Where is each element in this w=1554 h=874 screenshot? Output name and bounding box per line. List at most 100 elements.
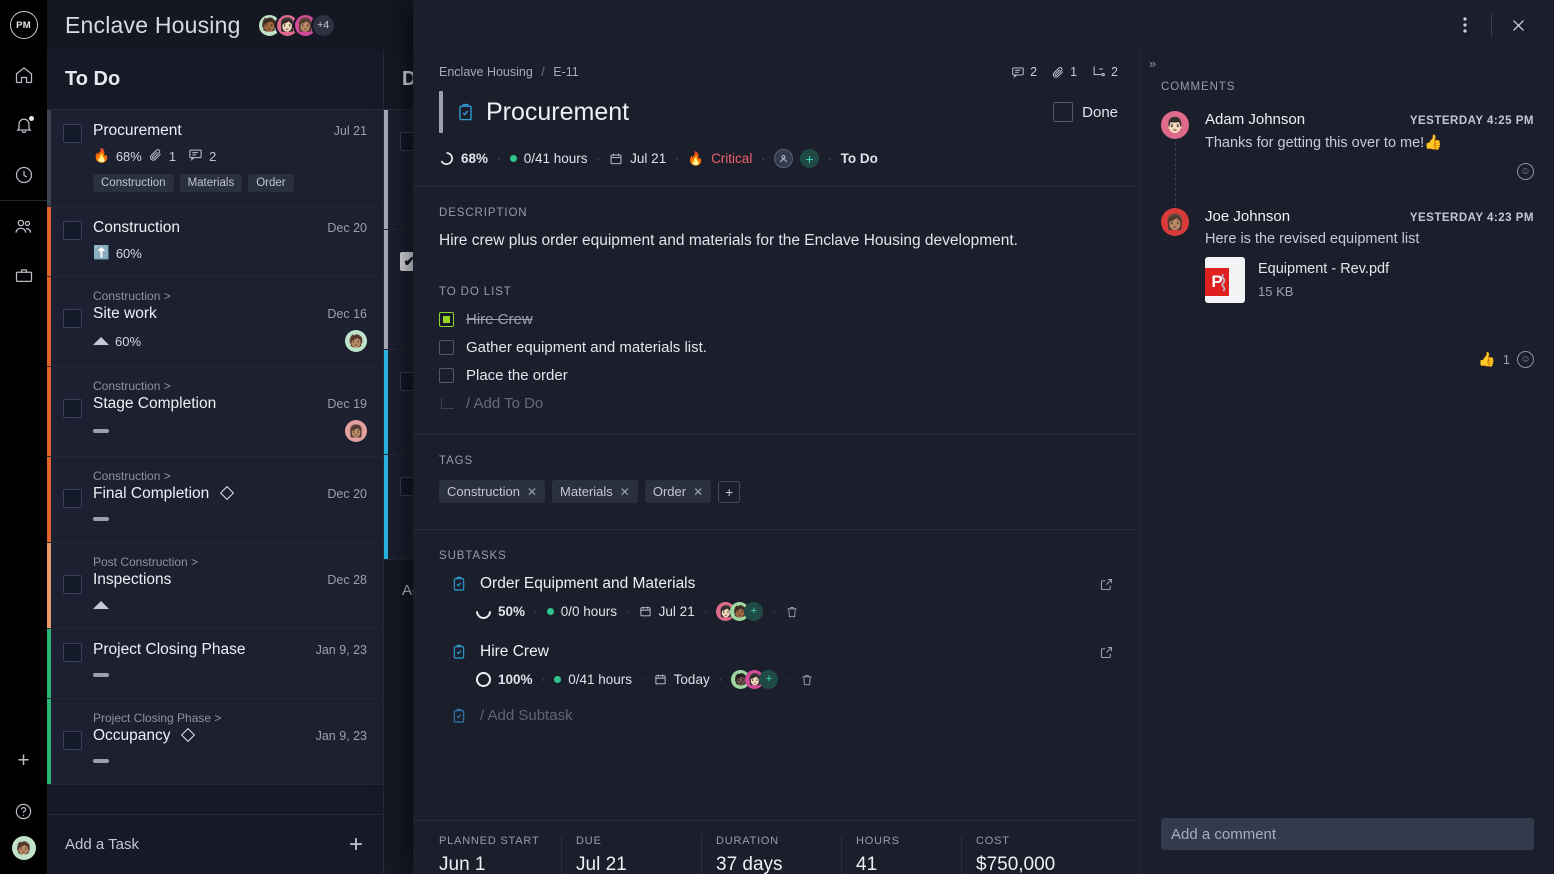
- subtask-assignees[interactable]: 👩🏻 🧑🏾 +: [716, 602, 764, 621]
- current-user-avatar[interactable]: 🧑🏽: [11, 836, 36, 860]
- subtask-icon: [1093, 66, 1105, 77]
- attachment-icon: [148, 147, 163, 165]
- thumbs-up-icon[interactable]: 👍: [1478, 351, 1495, 368]
- breadcrumb-project[interactable]: Enclave Housing: [439, 65, 533, 79]
- subtask-due[interactable]: Today: [674, 672, 710, 687]
- detail-scroll-area[interactable]: Enclave Housing / E-11 2 1 2 Procurement…: [413, 50, 1140, 820]
- tag-chip[interactable]: Construction ✕: [439, 480, 546, 503]
- comment-input[interactable]: [1161, 818, 1534, 850]
- comment-attachment[interactable]: P ⌇ Equipment - Rev.pdf 15 KB: [1205, 257, 1534, 303]
- assignee-placeholder-icon[interactable]: [774, 149, 793, 168]
- subtask-hours[interactable]: 0/0 hours: [561, 604, 617, 619]
- separator-dot: ·: [641, 673, 645, 686]
- time-icon[interactable]: [0, 150, 47, 200]
- subtask-count-badge[interactable]: 2: [1091, 64, 1118, 79]
- task-card-final-completion[interactable]: Construction > Final Completion Dec 20: [47, 457, 383, 543]
- add-assignee-button[interactable]: +: [744, 602, 764, 621]
- remove-tag-icon[interactable]: ✕: [527, 485, 537, 499]
- todo-item[interactable]: Hire Crew: [439, 311, 1114, 328]
- tag[interactable]: Order: [248, 174, 294, 192]
- todo-checkbox[interactable]: [439, 340, 454, 355]
- open-subtask-icon[interactable]: [1099, 645, 1114, 660]
- task-checkbox[interactable]: [63, 489, 82, 508]
- subtask-name[interactable]: Order Equipment and Materials: [480, 575, 695, 593]
- subtask-assignees[interactable]: 🧑🏿 👩🏻 +: [731, 670, 779, 689]
- task-card-project-closing-phase[interactable]: Project Closing Phase Jan 9, 23: [47, 629, 383, 699]
- attachment-count-badge[interactable]: 1: [1051, 65, 1077, 79]
- description-text[interactable]: Hire crew plus order equipment and mater…: [439, 232, 1114, 250]
- delete-subtask-icon[interactable]: [800, 673, 814, 687]
- task-card-stage-completion[interactable]: Construction > Stage Completion Dec 19 👩…: [47, 367, 383, 457]
- task-checkbox[interactable]: [63, 124, 82, 143]
- task-checkbox[interactable]: [63, 731, 82, 750]
- app-logo[interactable]: PM: [0, 0, 47, 50]
- task-title[interactable]: Procurement: [486, 98, 629, 127]
- open-subtask-icon[interactable]: [1099, 577, 1114, 592]
- add-todo-row[interactable]: / Add To Do: [439, 395, 1114, 412]
- subtask-hours[interactable]: 0/41 hours: [568, 672, 632, 687]
- task-due-date[interactable]: Jul 21: [630, 151, 666, 166]
- avatar-overflow-count[interactable]: +4: [310, 12, 336, 38]
- task-card-occupancy[interactable]: Project Closing Phase > Occupancy Jan 9,…: [47, 699, 383, 785]
- todo-item[interactable]: Gather equipment and materials list.: [439, 339, 1114, 356]
- task-card-inspections[interactable]: Post Construction > Inspections Dec 28: [47, 543, 383, 629]
- add-icon[interactable]: +: [0, 736, 47, 786]
- task-checkbox[interactable]: [63, 399, 82, 418]
- close-icon[interactable]: [1498, 5, 1538, 45]
- stat-key: DURATION: [716, 835, 780, 847]
- avatar[interactable]: 👩🏽: [1161, 208, 1189, 236]
- tag[interactable]: Construction: [93, 174, 174, 192]
- task-checkbox[interactable]: [63, 575, 82, 594]
- attachment-name[interactable]: Equipment - Rev.pdf: [1258, 261, 1389, 277]
- subtask-name[interactable]: Hire Crew: [480, 643, 549, 661]
- todo-item[interactable]: Place the order: [439, 367, 1114, 384]
- card-status-bar: [47, 543, 51, 628]
- done-checkbox[interactable]: [1053, 102, 1074, 122]
- task-hours[interactable]: 0/41 hours: [524, 151, 588, 166]
- todo-checkbox[interactable]: [439, 368, 454, 383]
- add-subtask-row[interactable]: / Add Subtask: [439, 707, 1114, 724]
- tag[interactable]: Materials: [179, 174, 243, 192]
- add-assignee-button[interactable]: +: [759, 670, 779, 689]
- task-name: Occupancy: [93, 727, 171, 744]
- delete-subtask-icon[interactable]: [785, 605, 799, 619]
- add-task-button[interactable]: Add a Task +: [47, 814, 383, 874]
- people-icon[interactable]: [0, 201, 47, 251]
- breadcrumb-task-id[interactable]: E-11: [553, 65, 578, 79]
- todo-checkbox[interactable]: [439, 312, 454, 327]
- column-cards: Procurement Jul 21 🔥 68% 1 2 Constructio…: [47, 110, 383, 814]
- card-status-bar: [47, 110, 51, 206]
- done-toggle[interactable]: Done: [1053, 102, 1118, 122]
- collapse-panel-button[interactable]: »: [1141, 50, 1554, 71]
- task-status[interactable]: To Do: [841, 151, 878, 166]
- kebab-menu-icon[interactable]: [1445, 5, 1485, 45]
- task-due-date: Dec 20: [327, 221, 367, 235]
- add-assignee-button[interactable]: +: [800, 149, 819, 168]
- avatar[interactable]: 👨🏻: [1161, 111, 1189, 139]
- remove-tag-icon[interactable]: ✕: [620, 485, 630, 499]
- task-checkbox[interactable]: [63, 643, 82, 662]
- subtask-row[interactable]: Hire Crew 100% · 0/41 hours · Today · 🧑🏿…: [439, 643, 1114, 689]
- portfolio-icon[interactable]: [0, 251, 47, 301]
- remove-tag-icon[interactable]: ✕: [693, 485, 703, 499]
- task-card-construction[interactable]: Construction Dec 20 ⬆️ 60%: [47, 207, 383, 277]
- add-reaction-icon[interactable]: ☺: [1517, 163, 1534, 180]
- add-tag-button[interactable]: +: [718, 480, 741, 503]
- task-card-procurement[interactable]: Procurement Jul 21 🔥 68% 1 2 Constructio…: [47, 110, 383, 207]
- notifications-icon[interactable]: [0, 100, 47, 150]
- no-progress-icon: [93, 759, 109, 763]
- comment-count: 2: [209, 148, 217, 164]
- task-checkbox[interactable]: [63, 309, 82, 328]
- subtask-due[interactable]: Jul 21: [659, 604, 695, 619]
- comment-count-badge[interactable]: 2: [1011, 65, 1037, 79]
- subtask-row[interactable]: Order Equipment and Materials 50% · 0/0 …: [439, 575, 1114, 623]
- task-priority[interactable]: Critical: [711, 151, 752, 166]
- tag-chip[interactable]: Order ✕: [644, 480, 712, 503]
- tag-chip[interactable]: Materials ✕: [552, 480, 638, 503]
- home-icon[interactable]: [0, 50, 47, 100]
- add-reaction-icon[interactable]: ☺: [1517, 351, 1534, 368]
- task-checkbox[interactable]: [63, 221, 82, 240]
- help-icon[interactable]: [0, 786, 47, 836]
- project-members-avatars[interactable]: 🧑🏾 👩🏻 👩🏽 +4: [256, 12, 336, 38]
- task-card-site-work[interactable]: Construction > Site work Dec 16 60% 🧑🏽: [47, 277, 383, 367]
